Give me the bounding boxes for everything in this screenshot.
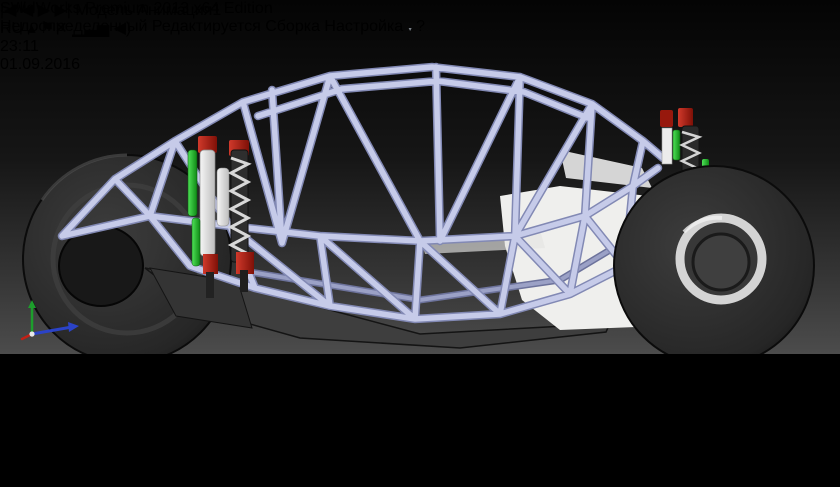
clock-time: 23:11 <box>0 38 840 56</box>
command-manager-tabs: Сборка Расположение Эскиз Анализировать … <box>0 359 840 449</box>
dropdown-arrow-icon[interactable]: ▾ <box>63 449 70 466</box>
solidworks-app-icon: SW <box>0 0 26 17</box>
volume-icon[interactable]: ◀) <box>114 20 132 37</box>
alert-badge-icon: ✕ <box>54 20 67 37</box>
action-center-flag-icon[interactable]: ⚑✕ <box>40 20 68 37</box>
view-orientation-icon[interactable]: ▦ <box>46 449 58 466</box>
zoom-fit-icon[interactable]: ⌕ <box>0 449 9 466</box>
network-signal-icon[interactable]: ▁▃▅ <box>72 20 109 37</box>
view-settings-icon[interactable]: ▭ <box>138 449 150 466</box>
taskbar-clock[interactable]: 23:11 01.09.2016 <box>0 38 840 74</box>
show-hidden-icons-button[interactable]: ▴ <box>28 20 36 37</box>
windows-taskbar: SW RU ▴ ⚑✕ ▁▃▅ ◀) 23:11 01.09.2016 <box>0 0 840 74</box>
dropdown-arrow-icon[interactable]: ▾ <box>127 449 134 466</box>
tab-layout[interactable]: Расположение <box>0 377 840 395</box>
heads-up-view-toolbar: ⌕ ⌖ ✎ ▦ ▾ ◧ ▾ ◒ ▾ ▾ ▭ ▾ <box>0 449 840 467</box>
tab-assembly[interactable]: Сборка <box>0 359 840 377</box>
section-view-icon[interactable]: ✎ <box>27 449 42 466</box>
tab-evaluate[interactable]: Анализировать <box>0 413 840 431</box>
dropdown-arrow-icon[interactable]: ▾ <box>155 449 162 466</box>
system-tray: RU ▴ ⚑✕ ▁▃▅ ◀) 23:11 01.09.2016 <box>0 18 840 74</box>
solidworks-taskbar-button[interactable]: SW <box>0 0 840 18</box>
language-indicator[interactable]: RU <box>0 20 23 37</box>
display-style-icon[interactable]: ◧ <box>74 449 86 466</box>
dropdown-arrow-icon[interactable]: ▾ <box>90 449 97 466</box>
clock-date: 01.09.2016 <box>0 56 840 74</box>
front-wheel[interactable] <box>614 166 814 354</box>
hide-show-items-icon[interactable]: ◒ <box>102 449 112 466</box>
tab-sketch[interactable]: Эскиз <box>0 395 840 413</box>
dropdown-arrow-icon[interactable]: ▾ <box>116 449 123 466</box>
document-window-controls: ▣ ▣ ─ ❐ ✕ <box>0 467 840 487</box>
zoom-area-icon[interactable]: ⌖ <box>13 449 22 466</box>
tab-office-products[interactable]: Продукты Office <box>0 431 840 449</box>
